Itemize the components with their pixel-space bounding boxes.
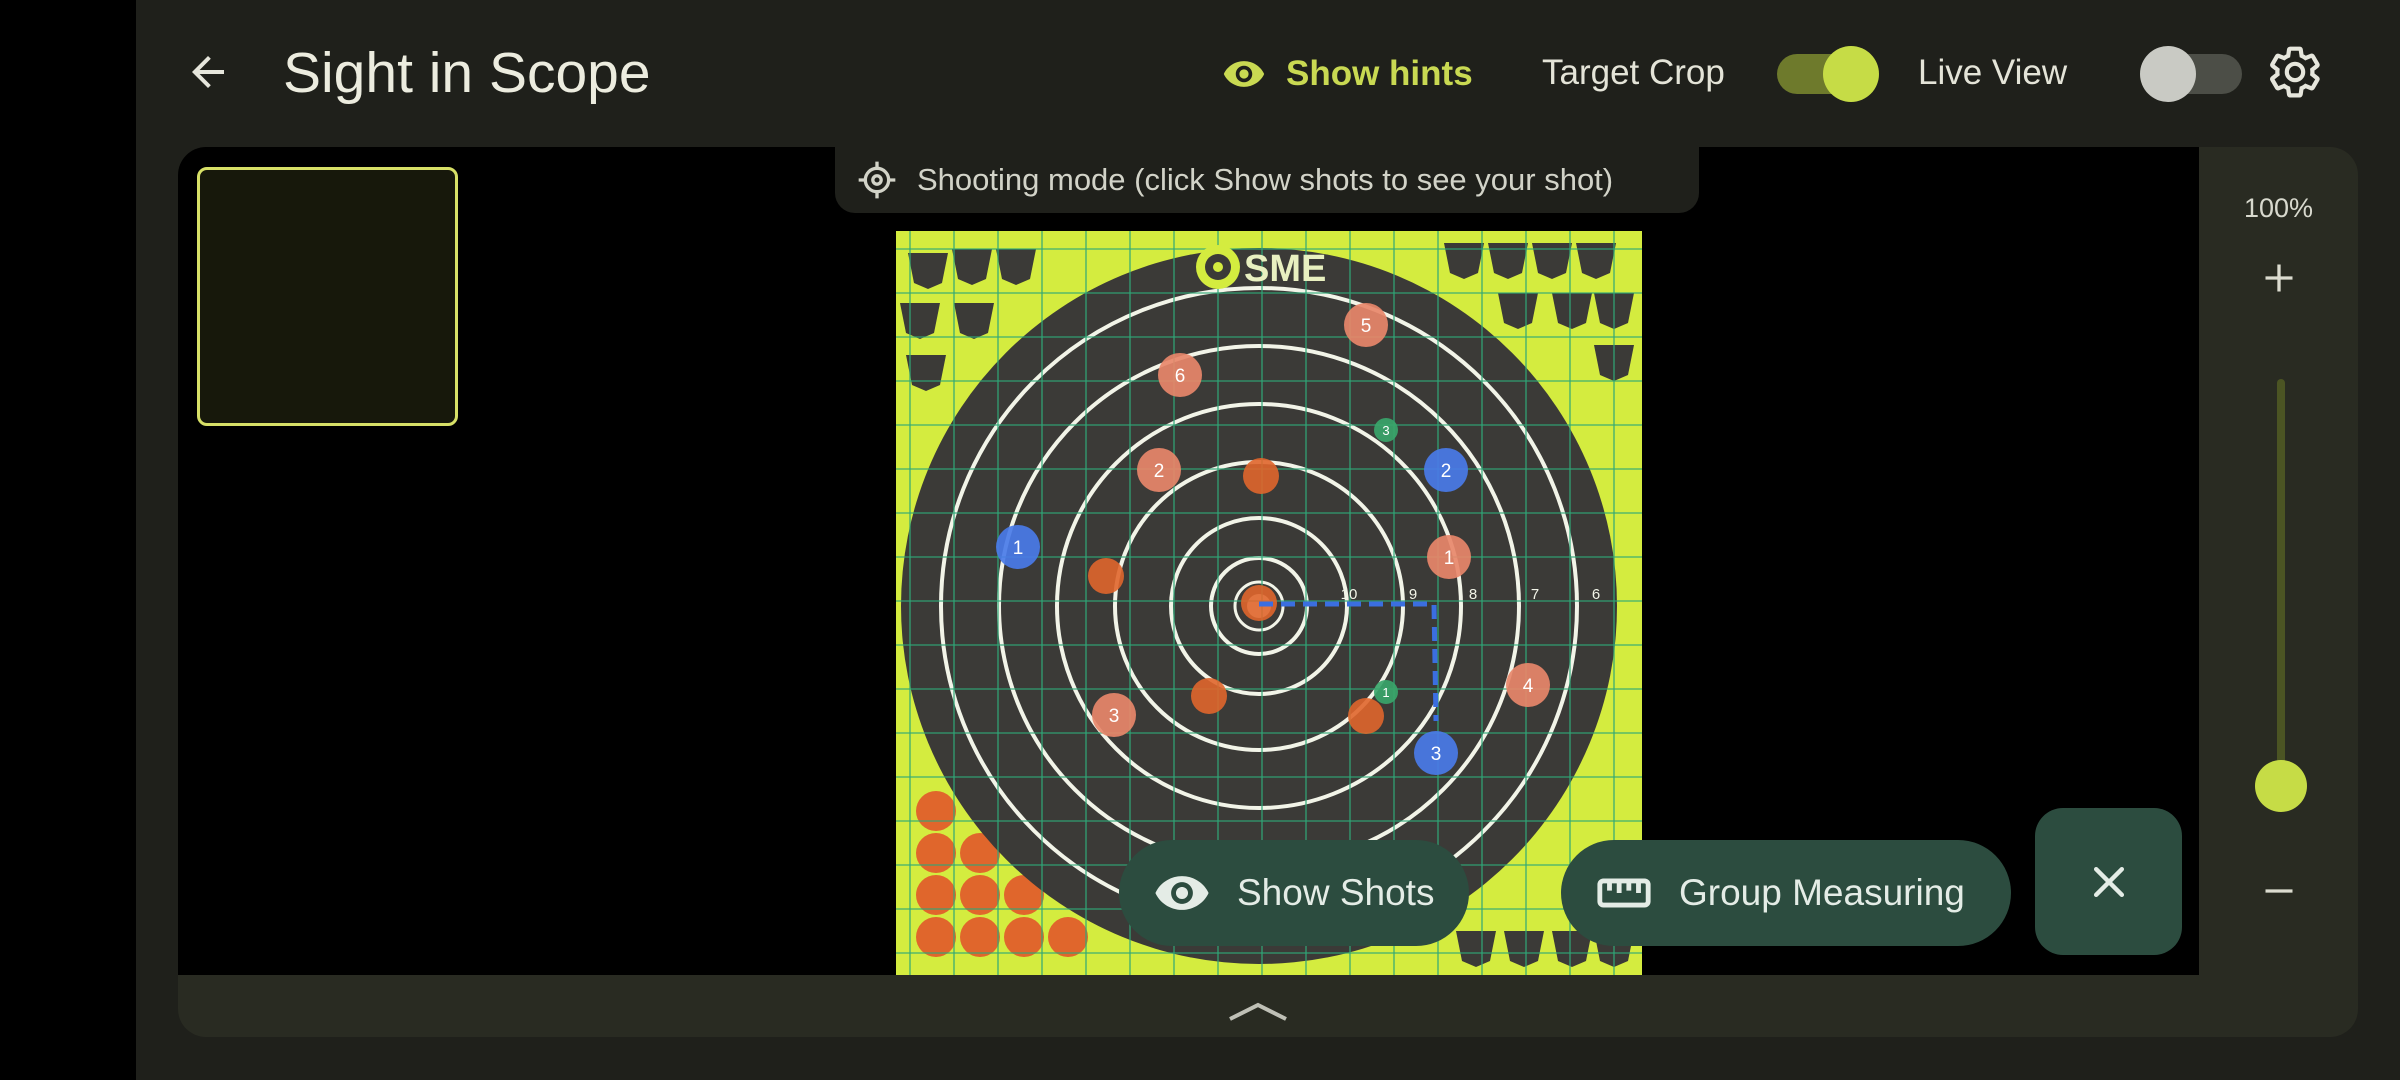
shot-marker[interactable]: 1 xyxy=(1427,535,1471,579)
toggle-knob xyxy=(2140,46,2196,102)
shot-marker[interactable]: 2 xyxy=(1424,448,1468,492)
shot-marker-label: 1 xyxy=(1382,685,1389,700)
zoom-out-button[interactable] xyxy=(2248,860,2310,922)
ring-number: 8 xyxy=(1469,586,1477,603)
show-shots-button[interactable]: Show Shots xyxy=(1119,840,1469,946)
shooting-mode-banner: Shooting mode (click Show shots to see y… xyxy=(835,147,1699,213)
ring-number: 6 xyxy=(1592,586,1600,603)
close-button[interactable] xyxy=(2035,808,2182,955)
shooting-mode-text: Shooting mode (click Show shots to see y… xyxy=(917,162,1614,197)
shot-marker[interactable]: 6 xyxy=(1158,353,1202,397)
shot-marker[interactable]: 3 xyxy=(1374,418,1398,442)
page-title: Sight in Scope xyxy=(283,41,651,105)
shot-marker-label: 6 xyxy=(1175,366,1186,387)
minus-icon xyxy=(2265,889,2293,893)
shot-marker[interactable]: 2 xyxy=(1137,448,1181,492)
show-hints-label: Show hints xyxy=(1286,54,1473,93)
target-logo-text: SME xyxy=(1244,248,1326,290)
zoom-slider-track[interactable] xyxy=(2277,379,2285,799)
back-button[interactable] xyxy=(176,40,240,104)
close-icon xyxy=(2093,866,2124,897)
sticker-dot xyxy=(1004,917,1044,957)
zoom-level-label: 100% xyxy=(2243,193,2314,223)
group-measuring-button[interactable]: Group Measuring xyxy=(1561,840,2011,946)
zoom-in-button[interactable] xyxy=(2248,247,2310,309)
shot-marker-label: 3 xyxy=(1109,706,1120,727)
sticker-dot xyxy=(960,917,1000,957)
shot-marker[interactable]: 1 xyxy=(1374,680,1398,704)
target-crop-label: Target Crop xyxy=(1542,53,1725,92)
live-view-toggle[interactable] xyxy=(2140,46,2242,102)
sticker-dot xyxy=(916,917,956,957)
group-measuring-label: Group Measuring xyxy=(1679,872,1965,913)
expand-panel-handle[interactable] xyxy=(1218,993,1298,1029)
shot-marker[interactable]: 4 xyxy=(1506,663,1550,707)
eye-icon xyxy=(1223,61,1265,87)
shot-marker-label: 2 xyxy=(1441,461,1452,482)
chevron-up-icon xyxy=(1229,1002,1287,1021)
shot-marker-label: 1 xyxy=(1013,538,1024,559)
target-logo: SME xyxy=(1196,245,1326,290)
shot-marker-label: 1 xyxy=(1444,548,1455,569)
shot-marker-label: 3 xyxy=(1431,744,1442,765)
bullet-hole xyxy=(1348,698,1384,734)
ring-number: 10 xyxy=(1341,586,1358,603)
camera-panel: 10 9 8 7 6 SME 6 5 2 1 4 3 1 2 3 1 3 Shooting mode (cl… xyxy=(178,147,2358,1037)
shot-marker-label: 3 xyxy=(1382,423,1389,438)
sticker-dot xyxy=(916,791,956,831)
shot-marker-label: 4 xyxy=(1523,676,1534,697)
show-hints-button[interactable]: Show hints xyxy=(1222,46,1473,102)
app-screen: Sight in Scope Show hints Target Crop Li… xyxy=(136,0,2400,1080)
camera-viewport[interactable]: 10 9 8 7 6 SME 6 5 2 1 4 3 1 2 3 1 3 Shooting mode (cl… xyxy=(178,147,2199,975)
gear-icon xyxy=(2270,46,2320,98)
shot-marker-label: 5 xyxy=(1361,316,1372,337)
shot-marker[interactable]: 3 xyxy=(1414,731,1458,775)
live-view-label: Live View xyxy=(1918,53,2068,92)
shot-marker[interactable]: 1 xyxy=(996,525,1040,569)
arrow-back-icon xyxy=(192,56,224,88)
bullet-hole xyxy=(1243,458,1279,494)
ring-number: 9 xyxy=(1409,586,1417,603)
shot-marker[interactable]: 5 xyxy=(1344,303,1388,347)
bullet-hole xyxy=(1191,678,1227,714)
shot-marker[interactable]: 3 xyxy=(1092,693,1136,737)
ring-number: 7 xyxy=(1531,586,1539,603)
ruler-icon xyxy=(1597,878,1651,908)
crop-preview[interactable] xyxy=(197,167,458,426)
settings-button[interactable] xyxy=(2263,40,2327,104)
crosshair-icon xyxy=(858,161,896,199)
shot-marker-label: 2 xyxy=(1154,461,1165,482)
sticker-dot xyxy=(916,833,956,873)
show-shots-label: Show Shots xyxy=(1237,872,1435,913)
eye-icon xyxy=(1155,876,1209,910)
sticker-dot xyxy=(1048,917,1088,957)
zoom-slider-thumb[interactable] xyxy=(2255,760,2307,812)
target-crop-toggle[interactable] xyxy=(1777,46,1879,102)
bullet-hole xyxy=(1088,558,1124,594)
plus-icon xyxy=(2265,264,2293,292)
toggle-knob xyxy=(1823,46,1879,102)
